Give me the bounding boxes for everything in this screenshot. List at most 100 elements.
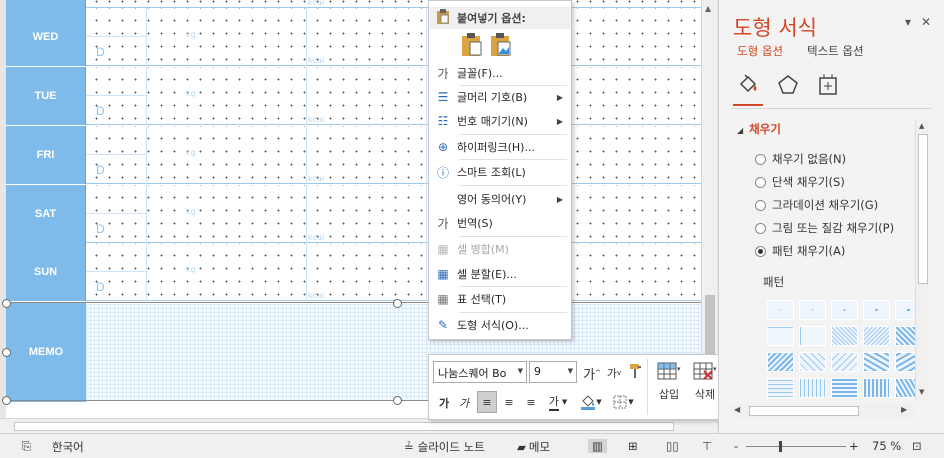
slideshow-button[interactable]: ⊤ (702, 439, 712, 453)
table-row-tue[interactable]: TUE D kg kcal (6, 67, 701, 125)
tab-shape-options[interactable]: 도형 옵션 (737, 43, 783, 59)
pattern-swatch[interactable] (799, 326, 826, 346)
shape-fill-button[interactable]: ▼ (577, 392, 605, 412)
size-properties-icon[interactable] (815, 72, 841, 98)
shrink-font-button[interactable]: 가v (603, 363, 625, 383)
fit-to-window-icon[interactable]: ⊡ (912, 439, 922, 453)
pane-vertical-scrollbar[interactable]: ▲ ▼ (915, 120, 929, 400)
menu-item-bullets[interactable]: ☰ 글머리 기호(B) ▶ (429, 85, 571, 109)
table-row-sun[interactable]: SUN D kg kcal (6, 243, 701, 301)
scroll-thumb[interactable] (705, 295, 715, 355)
day-body[interactable] (86, 126, 701, 184)
table-row-fri[interactable]: FRI D kg kcal (6, 126, 701, 184)
pattern-swatch[interactable] (799, 300, 826, 320)
day-body[interactable] (86, 8, 701, 66)
close-icon[interactable]: ✕ (921, 15, 931, 29)
pane-options-icon[interactable]: ▾ (905, 15, 911, 29)
reading-view-button[interactable]: ▯▯ (666, 439, 679, 453)
pattern-swatch[interactable] (895, 378, 917, 398)
radio-pattern-fill[interactable]: 패턴 채우기(A) (755, 243, 845, 259)
table-row-wed[interactable]: WED D kg kcal (6, 8, 701, 66)
font-color-button[interactable]: 가 ▼ (543, 392, 573, 412)
pattern-swatch[interactable] (863, 352, 890, 372)
resize-handle[interactable] (2, 396, 11, 405)
borders-button[interactable]: ▼ (609, 392, 637, 412)
grow-font-button[interactable]: 가 ^ (581, 363, 603, 383)
align-center-button[interactable]: ≡ (499, 392, 519, 412)
pattern-swatch[interactable] (799, 378, 826, 398)
day-body[interactable] (86, 67, 701, 125)
zoom-slider-thumb[interactable] (779, 441, 782, 452)
pattern-swatch[interactable] (767, 300, 794, 320)
pattern-swatch[interactable] (863, 300, 890, 320)
comments-button[interactable]: ▰ 메모 (517, 439, 550, 455)
day-cell-wed[interactable]: WED (6, 8, 86, 66)
menu-item-translate[interactable]: 가 번역(S) (429, 211, 571, 235)
table-row[interactable]: kcal (6, 0, 701, 8)
menu-item-smart-lookup[interactable]: ⓘ 스마트 조회(L) (429, 160, 571, 184)
day-body[interactable] (86, 0, 701, 8)
align-right-button[interactable]: ≡ (521, 392, 541, 412)
menu-item-font[interactable]: 가 글꼴(F)... (429, 61, 571, 85)
radio-gradient-fill[interactable]: 그라데이션 채우기(G) (755, 197, 878, 213)
fill-section-header[interactable]: ◢ 채우기 (737, 121, 781, 137)
italic-button[interactable]: 가 (455, 393, 473, 413)
scroll-thumb[interactable] (14, 422, 674, 431)
tab-text-options[interactable]: 텍스트 옵션 (807, 43, 864, 59)
paste-as-picture-icon[interactable] (490, 33, 512, 57)
radio-no-fill[interactable]: 채우기 없음(N) (755, 151, 846, 167)
resize-handle[interactable] (2, 348, 11, 357)
pattern-swatch[interactable] (831, 300, 858, 320)
pattern-swatch[interactable] (895, 300, 917, 320)
zoom-level[interactable]: 75 % (872, 439, 901, 453)
table-row-sat[interactable]: SAT D kg kcal (6, 185, 701, 243)
day-cell[interactable] (6, 0, 86, 8)
day-cell-sun[interactable]: SUN (6, 243, 86, 301)
fill-line-icon[interactable] (733, 72, 763, 106)
menu-item-numbering[interactable]: ☷ 번호 매기기(N) ▶ (429, 109, 571, 133)
pane-horizontal-scrollbar[interactable]: ◀ ▶ (731, 404, 915, 418)
pattern-swatch[interactable] (895, 352, 917, 372)
menu-item-select-table[interactable]: ▦ 표 선택(T) (429, 287, 571, 311)
menu-item-format-shape[interactable]: ✎ 도형 서식(O)... (429, 313, 571, 337)
radio-picture-fill[interactable]: 그림 또는 질감 채우기(P) (755, 220, 894, 236)
pattern-swatch[interactable] (767, 378, 794, 398)
horizontal-scrollbar[interactable] (0, 418, 717, 433)
resize-handle[interactable] (2, 299, 11, 308)
pattern-swatch[interactable] (799, 352, 826, 372)
spell-check-icon[interactable]: ⎘ (22, 439, 31, 454)
zoom-out-button[interactable]: - (734, 439, 738, 453)
resize-handle[interactable] (393, 396, 402, 405)
resize-handle[interactable] (393, 299, 402, 308)
pattern-swatch[interactable] (767, 352, 794, 372)
scroll-up-icon[interactable]: ▲ (705, 4, 711, 13)
pattern-swatch[interactable] (863, 378, 890, 398)
scroll-thumb[interactable] (918, 134, 928, 284)
language-indicator[interactable]: 한국어 (52, 439, 84, 455)
day-cell-fri[interactable]: FRI (6, 126, 86, 184)
day-body[interactable] (86, 243, 701, 301)
pattern-swatch[interactable] (767, 326, 794, 346)
zoom-slider[interactable] (746, 446, 846, 447)
align-left-button[interactable]: ≡ (477, 391, 497, 413)
slide-sorter-button[interactable]: ⊞ (628, 439, 638, 453)
format-painter-button[interactable] (625, 361, 647, 381)
notes-button[interactable]: ≟ 슬라이드 노트 (404, 439, 485, 455)
day-body[interactable] (86, 185, 701, 243)
paste-keep-source-icon[interactable] (461, 33, 483, 57)
pattern-swatch[interactable] (831, 326, 858, 346)
scroll-thumb[interactable] (749, 406, 859, 416)
radio-solid-fill[interactable]: 단색 채우기(S) (755, 174, 845, 190)
pattern-swatch[interactable] (895, 326, 917, 346)
menu-item-hyperlink[interactable]: ⊕ 하이퍼링크(H)... (429, 135, 571, 159)
insert-button[interactable]: ▾ 삽입 (649, 359, 689, 417)
menu-item-split-cells[interactable]: ▦ 셀 분할(E)... (429, 262, 571, 286)
memo-cell[interactable]: MEMO (6, 302, 86, 402)
pattern-swatch[interactable] (831, 378, 858, 398)
day-cell-sat[interactable]: SAT (6, 185, 86, 243)
day-cell-tue[interactable]: TUE (6, 67, 86, 125)
normal-view-button[interactable]: ▥ (588, 439, 607, 453)
zoom-in-button[interactable]: + (849, 439, 859, 453)
pattern-gallery[interactable] (767, 300, 917, 410)
bold-button[interactable]: 가 (435, 393, 453, 413)
